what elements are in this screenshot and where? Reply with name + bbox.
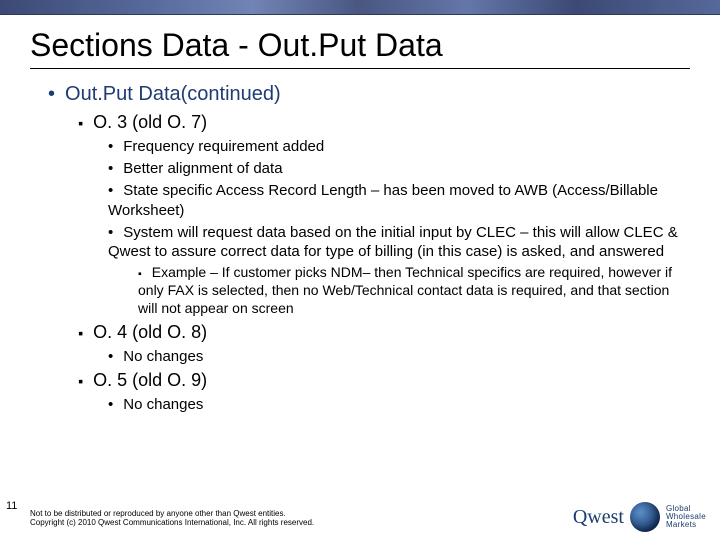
logo-unit3: Markets (666, 521, 706, 529)
footer-line2: Copyright (c) 2010 Qwest Communications … (30, 518, 314, 528)
qwest-logo: Qwest Global Wholesale Markets (573, 502, 706, 532)
content-list: Out.Put Data(continued) O. 3 (old O. 7) … (30, 83, 690, 414)
footer: Not to be distributed or reproduced by a… (30, 509, 314, 528)
o3-example: Example – If customer picks NDM– then Te… (30, 264, 690, 318)
section-o4: O. 4 (old O. 8) (30, 322, 690, 343)
o3-item: Frequency requirement added (30, 137, 690, 156)
top-banner (0, 0, 720, 15)
o3-heading: O. 3 (old O. 7) (93, 112, 207, 132)
o3-b3: State specific Access Record Length – ha… (108, 182, 658, 218)
logo-brand: Qwest (573, 506, 624, 529)
section-o5: O. 5 (old O. 9) (30, 370, 690, 391)
o3-b2: Better alignment of data (123, 160, 282, 177)
o3-ex: Example – If customer picks NDM– then Te… (138, 264, 672, 316)
o4-item: No changes (30, 347, 690, 366)
o3-item: State specific Access Record Length – ha… (30, 181, 690, 219)
o5-b1: No changes (123, 396, 203, 413)
o5-item: No changes (30, 395, 690, 414)
o3-item: Better alignment of data (30, 159, 690, 178)
slide-body: Sections Data - Out.Put Data Out.Put Dat… (0, 15, 720, 414)
section-o3: O. 3 (old O. 7) (30, 112, 690, 133)
globe-icon (630, 502, 660, 532)
slide-title: Sections Data - Out.Put Data (30, 27, 690, 64)
bullet-l1: Out.Put Data(continued) (30, 83, 690, 106)
o4-b1: No changes (123, 348, 203, 365)
title-rule (30, 68, 690, 69)
logo-unit: Global Wholesale Markets (666, 505, 706, 529)
page-number: 11 (6, 500, 17, 512)
footer-line1: Not to be distributed or reproduced by a… (30, 509, 314, 519)
l1-label: Out.Put Data(continued) (65, 83, 281, 105)
o3-b1: Frequency requirement added (123, 138, 324, 155)
o4-heading: O. 4 (old O. 8) (93, 322, 207, 342)
o3-item: System will request data based on the in… (30, 223, 690, 261)
o5-heading: O. 5 (old O. 9) (93, 370, 207, 390)
o3-b4: System will request data based on the in… (108, 224, 678, 260)
